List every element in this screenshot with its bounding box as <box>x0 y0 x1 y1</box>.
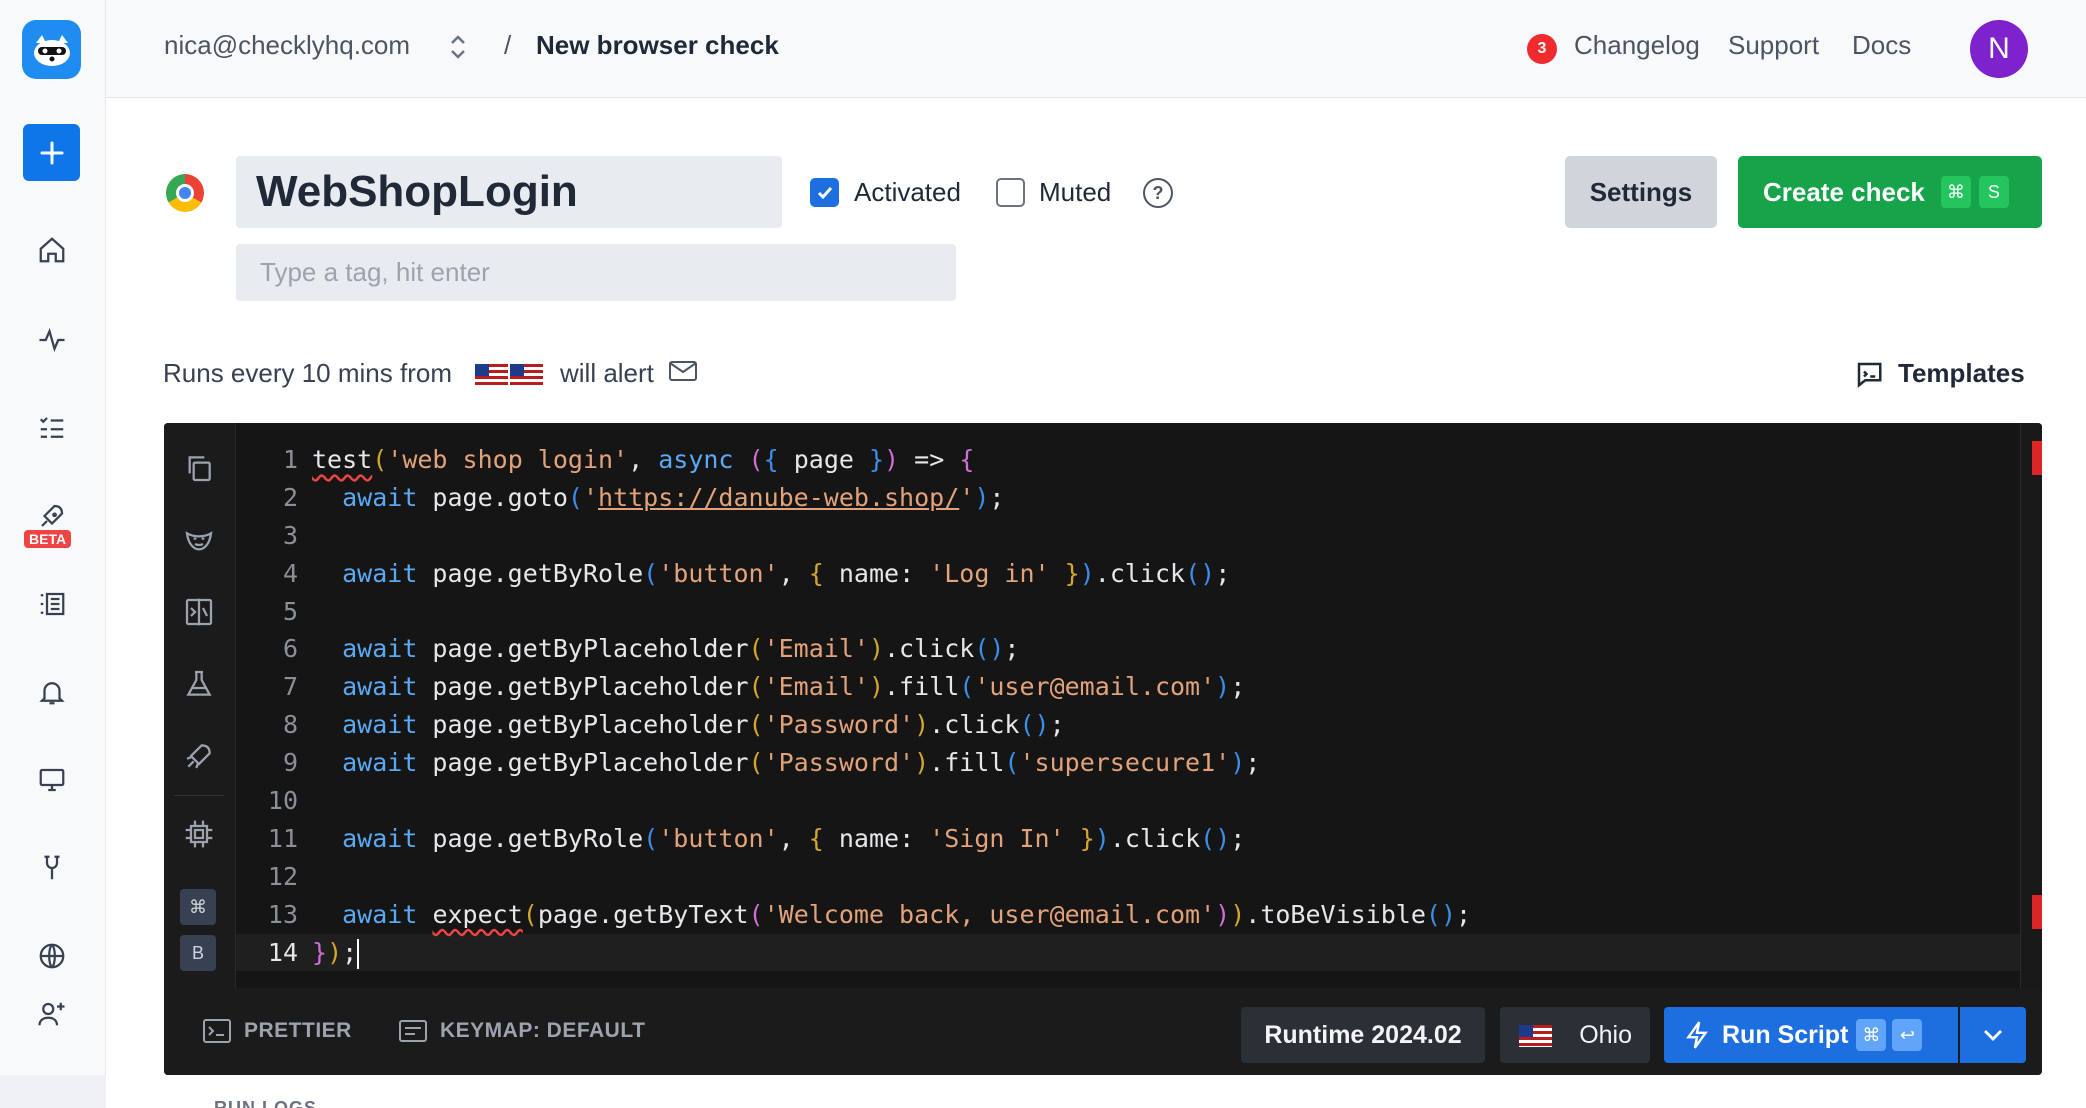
chevron-updown-icon[interactable] <box>448 32 468 67</box>
breadcrumb-separator: / <box>504 30 512 60</box>
help-icon[interactable]: ? <box>1143 178 1173 208</box>
support-link[interactable]: Support <box>1728 30 1819 61</box>
flag-us-icon <box>474 358 544 389</box>
code-line: 4 await page.getByRole('button', { name:… <box>282 558 1231 588</box>
changelog-link[interactable]: Changelog <box>1574 30 1700 61</box>
enter-key: ↩ <box>1892 1019 1923 1051</box>
muted-label: Muted <box>1039 177 1112 207</box>
new-check-button[interactable] <box>23 124 80 181</box>
run-logs-heading: RUN LOGS <box>214 1098 318 1108</box>
beta-badge: BETA <box>24 530 72 548</box>
tag-input[interactable] <box>236 244 956 301</box>
error-marker <box>2032 895 2042 929</box>
code-area[interactable]: 1 test('web shop login', async ({ page })… <box>236 441 2026 972</box>
globe-icon[interactable] <box>28 932 76 980</box>
templates-button[interactable]: Templates <box>1854 358 2025 389</box>
bell-icon[interactable] <box>28 668 76 716</box>
terminal-icon <box>203 1019 231 1043</box>
code-line: 6 await page.getByPlaceholder('Email').c… <box>282 634 1020 664</box>
keymap-button[interactable]: KEYMAP: DEFAULT <box>398 1018 645 1044</box>
code-line: 11 await page.getByRole('button', { name… <box>267 823 1246 853</box>
run-options-dropdown[interactable] <box>1960 1007 2026 1063</box>
rocket-icon[interactable] <box>178 735 220 777</box>
integrations-icon[interactable] <box>28 844 76 892</box>
create-check-button[interactable]: Create check ⌘ S <box>1738 156 2042 228</box>
code-editor: ⌘ B 1 test('web shop login', async ({ pag… <box>164 423 2042 1075</box>
sidebar-collapse[interactable] <box>0 1075 106 1108</box>
templates-icon <box>1857 362 1882 388</box>
page-title: New browser check <box>536 30 779 60</box>
code-line: 10 <box>267 786 298 816</box>
sidebar: BETA <box>0 0 106 1108</box>
flag-us-icon <box>1518 1021 1553 1050</box>
prettier-button[interactable]: PRETTIER <box>202 1018 352 1044</box>
cmd-key: ⌘ <box>1856 1019 1887 1051</box>
chip-icon[interactable] <box>178 813 220 855</box>
checkly-logo[interactable] <box>22 20 81 79</box>
chevron-down-icon <box>1984 1030 2002 1041</box>
text-caret <box>357 938 360 969</box>
lightning-icon <box>1686 1021 1708 1049</box>
dashboard-icon[interactable] <box>28 756 76 804</box>
avatar[interactable]: N <box>1970 20 2028 78</box>
email-icon[interactable] <box>668 358 698 389</box>
location-label: Ohio <box>1579 1020 1632 1049</box>
code-line: 12 <box>267 861 298 891</box>
code-line: 1 test('web shop login', async ({ page })… <box>282 445 975 474</box>
runtime-selector[interactable]: Runtime 2024.02 <box>1241 1007 1485 1063</box>
create-check-label: Create check <box>1763 176 1925 207</box>
prettier-label: PRETTIER <box>244 1019 352 1042</box>
checklist-icon[interactable] <box>28 404 76 452</box>
runs-text[interactable]: Runs every 10 mins from <box>163 358 452 389</box>
location-selector[interactable]: Ohio <box>1500 1007 1650 1063</box>
templates-label: Templates <box>1898 358 2025 388</box>
alert-text[interactable]: will alert <box>560 358 654 389</box>
s-key: S <box>1978 176 2009 208</box>
activity-icon[interactable] <box>28 316 76 364</box>
copy-icon[interactable] <box>178 447 220 489</box>
editor-footer: PRETTIER KEYMAP: DEFAULT Runtime 2024.02… <box>164 988 2042 1075</box>
cmd-key: ⌘ <box>1940 176 1971 208</box>
editor-toolbar: ⌘ B <box>164 423 236 988</box>
code-line: 8 await page.getByPlaceholder('Password'… <box>282 710 1065 740</box>
account-switcher[interactable]: nica@checklyhq.com <box>164 30 410 61</box>
top-bar: nica@checklyhq.com / New browser check 3… <box>106 0 2086 98</box>
add-user-icon[interactable] <box>28 990 76 1038</box>
keyboard-icon <box>399 1020 427 1042</box>
changelog-count-badge: 3 <box>1527 34 1557 64</box>
code-line: 9 await page.getByPlaceholder('Password'… <box>282 748 1261 778</box>
b-key: B <box>180 935 216 971</box>
chrome-icon <box>166 174 204 212</box>
flask-icon[interactable] <box>178 663 220 705</box>
check-name-input[interactable] <box>236 156 782 228</box>
activated-checkbox[interactable] <box>810 178 839 207</box>
muted-checkbox[interactable] <box>996 178 1025 207</box>
docs-link[interactable]: Docs <box>1852 30 1911 61</box>
code-line: 2 await page.goto('https://danube-web.sh… <box>282 482 1005 512</box>
compare-icon[interactable] <box>178 591 220 633</box>
error-marker <box>2032 441 2042 475</box>
plus-icon <box>40 141 63 164</box>
schedule-summary: Runs every 10 mins from will alert <box>163 358 698 389</box>
settings-button[interactable]: Settings <box>1565 156 1717 228</box>
code-line: 13 await expect(page.getByText('Welcome … <box>267 899 1472 929</box>
list-icon[interactable] <box>28 580 76 628</box>
playwright-icon[interactable] <box>178 519 220 561</box>
run-script-button[interactable]: Run Script ⌘ ↩ <box>1664 1007 1958 1063</box>
activated-label: Activated <box>854 177 961 207</box>
code-line: 3 <box>282 520 298 550</box>
check-icon <box>817 186 832 199</box>
home-icon[interactable] <box>28 226 76 274</box>
code-line-current: 14}); <box>236 933 2026 972</box>
run-script-label: Run Script <box>1722 1020 1849 1049</box>
code-line: 7 await page.getByPlaceholder('Email').f… <box>282 672 1246 702</box>
cmd-key: ⌘ <box>180 889 216 925</box>
keymap-label: KEYMAP: DEFAULT <box>440 1019 646 1042</box>
code-line: 5 <box>282 596 298 626</box>
